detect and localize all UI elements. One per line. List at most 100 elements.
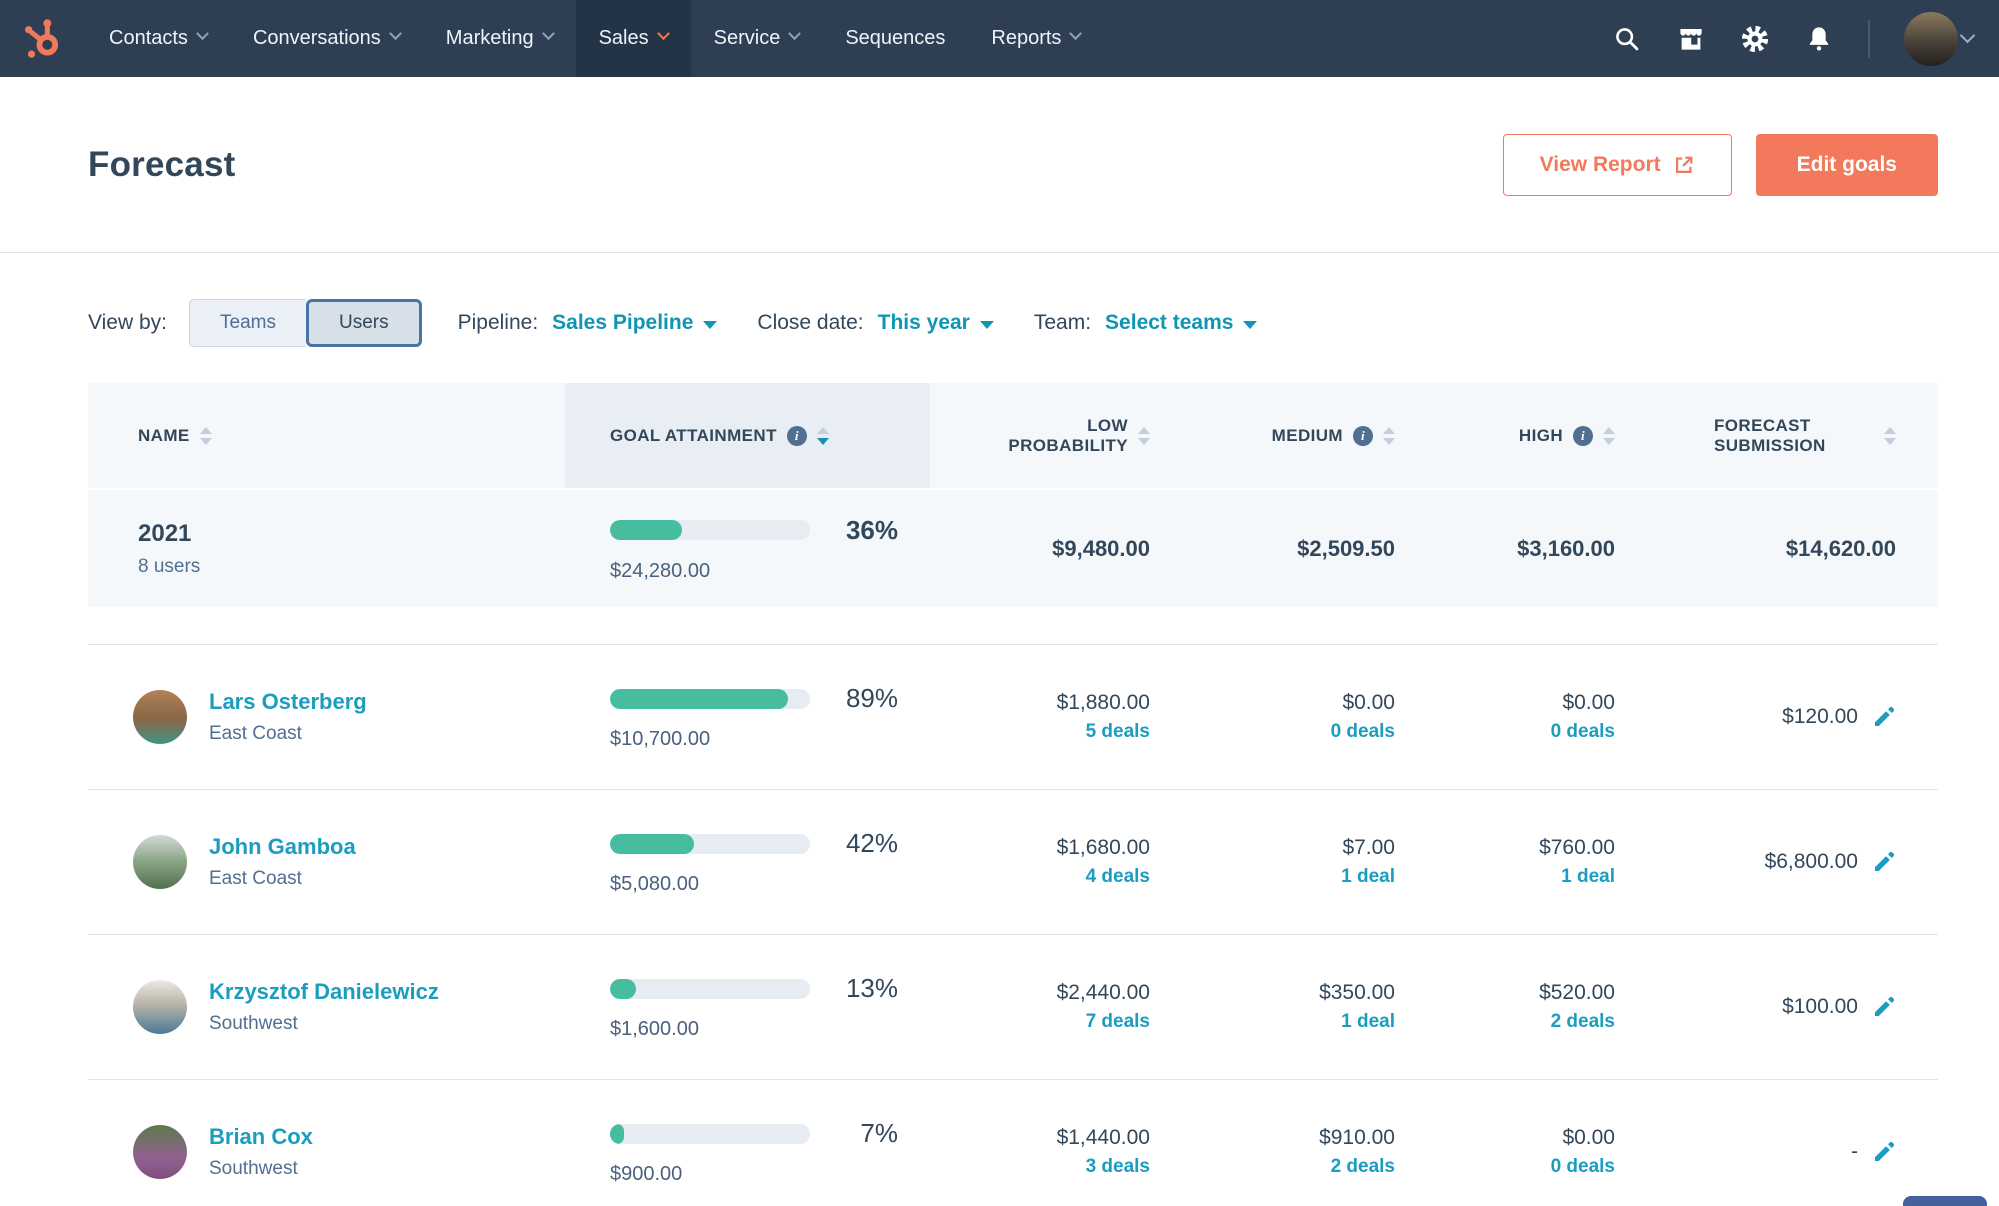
nav-item-marketing[interactable]: Marketing bbox=[423, 0, 576, 77]
info-icon[interactable]: i bbox=[1353, 425, 1373, 446]
summary-user-count: 8 users bbox=[138, 555, 201, 577]
low-probability-amount: $1,440.00 bbox=[1056, 1126, 1150, 1149]
close-date-dropdown[interactable]: This year bbox=[878, 311, 994, 335]
low-probability-amount: $1,880.00 bbox=[1056, 691, 1150, 714]
sort-icon[interactable] bbox=[1138, 426, 1150, 445]
avatar[interactable] bbox=[133, 980, 187, 1034]
medium-total: $2,509.50 bbox=[1297, 535, 1395, 561]
external-link-icon bbox=[1673, 154, 1695, 176]
sort-icon[interactable] bbox=[1603, 426, 1615, 445]
team-value: Select teams bbox=[1105, 311, 1234, 334]
low-deals-link[interactable]: 3 deals bbox=[1086, 1156, 1150, 1178]
nav-item-conversations[interactable]: Conversations bbox=[230, 0, 423, 77]
table-row: Krzysztof Danielewicz Southwest 13% $1,6… bbox=[88, 935, 1938, 1080]
column-header-goal-attainment[interactable]: GOAL ATTAINMENT i bbox=[565, 383, 930, 488]
hubspot-logo[interactable] bbox=[0, 0, 86, 77]
user-team: Southwest bbox=[209, 1013, 298, 1034]
bottom-right-widget[interactable] bbox=[1903, 1196, 1987, 1206]
pipeline-label: Pipeline: bbox=[457, 311, 539, 334]
sort-icon[interactable] bbox=[1884, 426, 1896, 445]
medium-amount: $0.00 bbox=[1342, 691, 1395, 714]
edit-goals-button[interactable]: Edit goals bbox=[1755, 133, 1938, 196]
caret-down-icon bbox=[979, 320, 994, 329]
medium-deals-link[interactable]: 2 deals bbox=[1331, 1156, 1395, 1178]
nav-item-label: Conversations bbox=[252, 27, 381, 49]
nav-item-label: Sequences bbox=[845, 27, 946, 49]
users-toggle-button[interactable]: Users bbox=[305, 299, 422, 347]
forecast-table: NAME GOAL ATTAINMENT i LOW PROBABILITY M… bbox=[88, 383, 1938, 1206]
team-dropdown[interactable]: Select teams bbox=[1105, 311, 1258, 335]
low-deals-link[interactable]: 4 deals bbox=[1086, 866, 1150, 888]
user-avatar[interactable] bbox=[1904, 11, 1958, 66]
nav-divider bbox=[1868, 19, 1870, 58]
notifications-icon[interactable] bbox=[1804, 24, 1834, 54]
goal-progress-bar bbox=[610, 833, 810, 854]
sort-icon[interactable] bbox=[1383, 426, 1395, 445]
low-probability-amount: $2,440.00 bbox=[1056, 981, 1150, 1004]
high-deals-link[interactable]: 2 deals bbox=[1551, 1011, 1615, 1033]
high-amount: $760.00 bbox=[1539, 836, 1615, 859]
column-header-medium[interactable]: MEDIUM i bbox=[1150, 383, 1395, 488]
info-icon[interactable]: i bbox=[786, 425, 807, 446]
high-deals-link[interactable]: 0 deals bbox=[1551, 1156, 1615, 1178]
high-amount: $0.00 bbox=[1562, 691, 1615, 714]
account-chevron-icon[interactable] bbox=[1959, 27, 1976, 44]
nav-item-reports[interactable]: Reports bbox=[968, 0, 1103, 77]
nav-menu: Contacts Conversations Marketing Sales S… bbox=[86, 0, 1103, 77]
nav-item-sequences[interactable]: Sequences bbox=[822, 0, 968, 77]
edit-pencil-icon[interactable] bbox=[1872, 850, 1896, 874]
high-total: $3,160.00 bbox=[1517, 535, 1615, 561]
nav-item-contacts[interactable]: Contacts bbox=[86, 0, 230, 77]
column-header-high[interactable]: HIGH i bbox=[1395, 383, 1615, 488]
header-label: GOAL ATTAINMENT bbox=[610, 425, 777, 445]
sort-icon[interactable] bbox=[199, 426, 212, 445]
medium-amount: $910.00 bbox=[1319, 1126, 1395, 1149]
edit-pencil-icon[interactable] bbox=[1872, 705, 1896, 729]
avatar[interactable] bbox=[133, 1125, 187, 1179]
goal-amount: $5,080.00 bbox=[610, 873, 699, 895]
users-label: Users bbox=[338, 312, 389, 333]
chevron-down-icon bbox=[1069, 27, 1083, 41]
nav-item-sales[interactable]: Sales bbox=[575, 0, 691, 77]
page-header: Forecast View Report Edit goals bbox=[0, 77, 1999, 253]
edit-pencil-icon[interactable] bbox=[1872, 995, 1896, 1019]
medium-deals-link[interactable]: 1 deal bbox=[1341, 866, 1395, 888]
sort-icon[interactable] bbox=[816, 426, 829, 445]
view-report-button[interactable]: View Report bbox=[1502, 133, 1732, 196]
medium-deals-link[interactable]: 1 deal bbox=[1341, 1011, 1395, 1033]
info-icon[interactable]: i bbox=[1573, 425, 1593, 446]
marketplace-icon[interactable] bbox=[1676, 24, 1706, 54]
user-name-link[interactable]: John Gamboa bbox=[209, 834, 356, 860]
nav-item-service[interactable]: Service bbox=[691, 0, 823, 77]
high-deals-link[interactable]: 0 deals bbox=[1551, 721, 1615, 743]
pipeline-dropdown[interactable]: Sales Pipeline bbox=[552, 311, 718, 335]
nav-utilities bbox=[1612, 0, 1999, 77]
table-header-row: NAME GOAL ATTAINMENT i LOW PROBABILITY M… bbox=[88, 383, 1938, 490]
teams-toggle-button[interactable]: Teams bbox=[189, 299, 306, 347]
low-deals-link[interactable]: 7 deals bbox=[1086, 1011, 1150, 1033]
forecast-submission-amount: $100.00 bbox=[1782, 995, 1858, 1018]
user-name-link[interactable]: Lars Osterberg bbox=[209, 689, 367, 715]
user-name-link[interactable]: Brian Cox bbox=[209, 1124, 313, 1150]
search-icon[interactable] bbox=[1612, 24, 1642, 54]
low-deals-link[interactable]: 5 deals bbox=[1086, 721, 1150, 743]
medium-deals-link[interactable]: 0 deals bbox=[1331, 721, 1395, 743]
page-title: Forecast bbox=[88, 144, 236, 184]
nav-item-label: Marketing bbox=[445, 27, 534, 49]
close-date-value: This year bbox=[877, 311, 970, 334]
column-header-low-probability[interactable]: LOW PROBABILITY bbox=[930, 383, 1150, 488]
column-header-forecast-submission[interactable]: FORECAST SUBMISSION bbox=[1615, 383, 1938, 488]
high-deals-link[interactable]: 1 deal bbox=[1561, 866, 1615, 888]
caret-down-icon bbox=[1243, 320, 1258, 329]
avatar[interactable] bbox=[133, 690, 187, 744]
goal-percent: 36% bbox=[845, 514, 898, 545]
user-name-link[interactable]: Krzysztof Danielewicz bbox=[209, 979, 439, 1005]
nav-item-label: Sales bbox=[598, 27, 649, 49]
goal-amount: $1,600.00 bbox=[610, 1018, 699, 1040]
avatar[interactable] bbox=[133, 835, 187, 889]
column-header-name[interactable]: NAME bbox=[88, 383, 565, 488]
close-date-label: Close date: bbox=[757, 311, 864, 334]
edit-pencil-icon[interactable] bbox=[1872, 1140, 1896, 1164]
settings-icon[interactable] bbox=[1740, 24, 1770, 54]
nav-item-label: Reports bbox=[991, 27, 1062, 49]
